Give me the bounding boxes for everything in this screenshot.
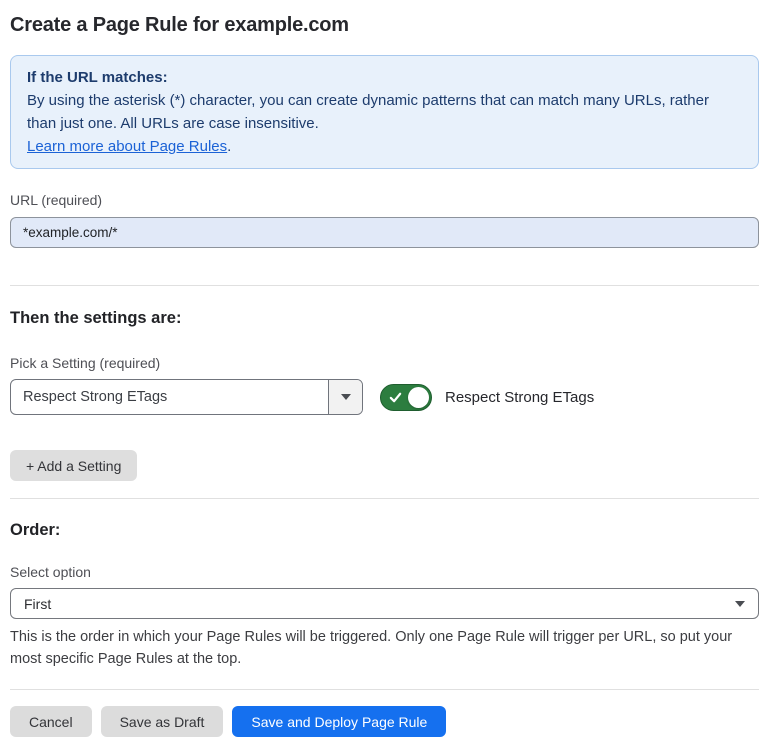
order-select[interactable]: First: [10, 588, 759, 619]
info-box-body: By using the asterisk (*) character, you…: [27, 89, 742, 135]
order-section-heading: Order:: [10, 520, 759, 541]
toggle-knob: [408, 387, 429, 408]
link-suffix: .: [227, 138, 231, 155]
order-select-label: Select option: [10, 563, 759, 581]
action-buttons-row: Cancel Save as Draft Save and Deploy Pag…: [10, 706, 759, 737]
setting-select[interactable]: Respect Strong ETags: [10, 379, 363, 415]
add-setting-button[interactable]: + Add a Setting: [10, 450, 137, 481]
toggle-label: Respect Strong ETags: [445, 389, 594, 406]
order-help-text: This is the order in which your Page Rul…: [10, 626, 757, 670]
check-icon: [389, 391, 402, 404]
pick-setting-label: Pick a Setting (required): [10, 354, 759, 372]
url-field-label: URL (required): [10, 191, 759, 209]
respect-strong-etags-toggle[interactable]: [380, 384, 432, 411]
chevron-down-icon: [341, 394, 351, 400]
divider: [10, 689, 759, 690]
url-input[interactable]: [10, 217, 759, 248]
cancel-button[interactable]: Cancel: [10, 706, 92, 737]
setting-select-value: Respect Strong ETags: [11, 380, 328, 414]
create-page-rule-panel: Create a Page Rule for example.com If th…: [0, 12, 769, 737]
info-box-link-line: Learn more about Page Rules.: [27, 135, 742, 158]
order-select-value: First: [24, 596, 735, 612]
page-title: Create a Page Rule for example.com: [10, 12, 759, 38]
save-and-deploy-button[interactable]: Save and Deploy Page Rule: [232, 706, 446, 737]
settings-section-heading: Then the settings are:: [10, 308, 759, 329]
url-match-info-box: If the URL matches: By using the asteris…: [10, 55, 759, 169]
chevron-down-icon: [735, 601, 745, 607]
divider: [10, 285, 759, 286]
save-as-draft-button[interactable]: Save as Draft: [101, 706, 224, 737]
learn-more-link[interactable]: Learn more about Page Rules: [27, 138, 227, 155]
info-box-heading: If the URL matches:: [27, 66, 742, 89]
setting-select-arrow[interactable]: [328, 380, 362, 414]
setting-row: Respect Strong ETags Respect Strong ETag…: [10, 379, 759, 415]
divider: [10, 498, 759, 499]
